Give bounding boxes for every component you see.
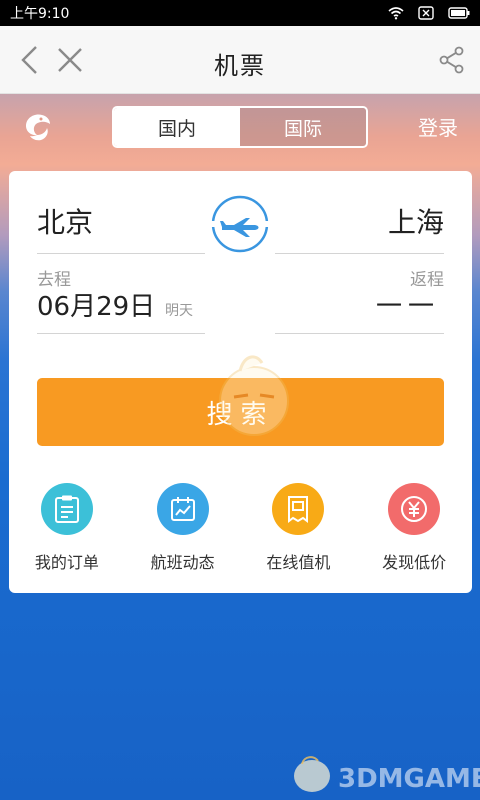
depart-underline [37, 333, 205, 334]
departure-city[interactable]: 北京 [37, 201, 93, 241]
shortcut-label: 发现低价 [382, 553, 447, 572]
status-time: 上午9:10 [10, 6, 70, 22]
no-sim-icon [418, 6, 434, 20]
search-card: 北京 上海 去程 返程 06月29日 明天 一一 搜索 我的订单 [9, 171, 472, 593]
swap-cities-icon[interactable] [210, 194, 270, 254]
login-link[interactable]: 登录 [418, 112, 458, 141]
checkin-icon [272, 483, 325, 535]
shortcut-label: 航班动态 [150, 553, 215, 572]
app-logo-icon[interactable] [20, 110, 54, 144]
return-underline [275, 333, 444, 334]
page-title: 机票 [214, 52, 266, 80]
from-underline [37, 253, 205, 254]
share-icon[interactable] [438, 46, 466, 74]
tab-international[interactable]: 国际 [240, 108, 366, 146]
shortcut-label: 在线值机 [266, 553, 331, 572]
shortcut-online-checkin[interactable]: 在线值机 [241, 483, 357, 573]
depart-date-hint: 明天 [165, 303, 193, 319]
to-underline [275, 253, 444, 254]
shortcut-grid: 我的订单 航班动态 在线值机 发现低价 [9, 483, 472, 573]
battery-icon [448, 7, 470, 19]
depart-date[interactable]: 06月29日 [37, 286, 155, 323]
mascot-watermark-icon [219, 355, 289, 436]
shortcut-low-price[interactable]: 发现低价 [356, 483, 472, 573]
title-bar: 机票 [0, 26, 480, 94]
order-icon [40, 483, 93, 535]
shortcut-my-orders[interactable]: 我的订单 [9, 483, 125, 573]
return-date[interactable]: 一一 [376, 286, 440, 323]
watermark-text: 3DMGAME [338, 764, 480, 794]
shortcut-flight-status[interactable]: 航班动态 [125, 483, 241, 573]
low-price-icon [388, 483, 441, 535]
shortcut-label: 我的订单 [34, 553, 99, 572]
wifi-icon [388, 7, 404, 20]
flight-status-icon [156, 483, 209, 535]
tab-domestic[interactable]: 国内 [114, 108, 240, 146]
domestic-international-switch: 国内 国际 [112, 106, 368, 148]
status-bar: 上午9:10 [0, 0, 480, 26]
arrival-city[interactable]: 上海 [388, 201, 444, 241]
